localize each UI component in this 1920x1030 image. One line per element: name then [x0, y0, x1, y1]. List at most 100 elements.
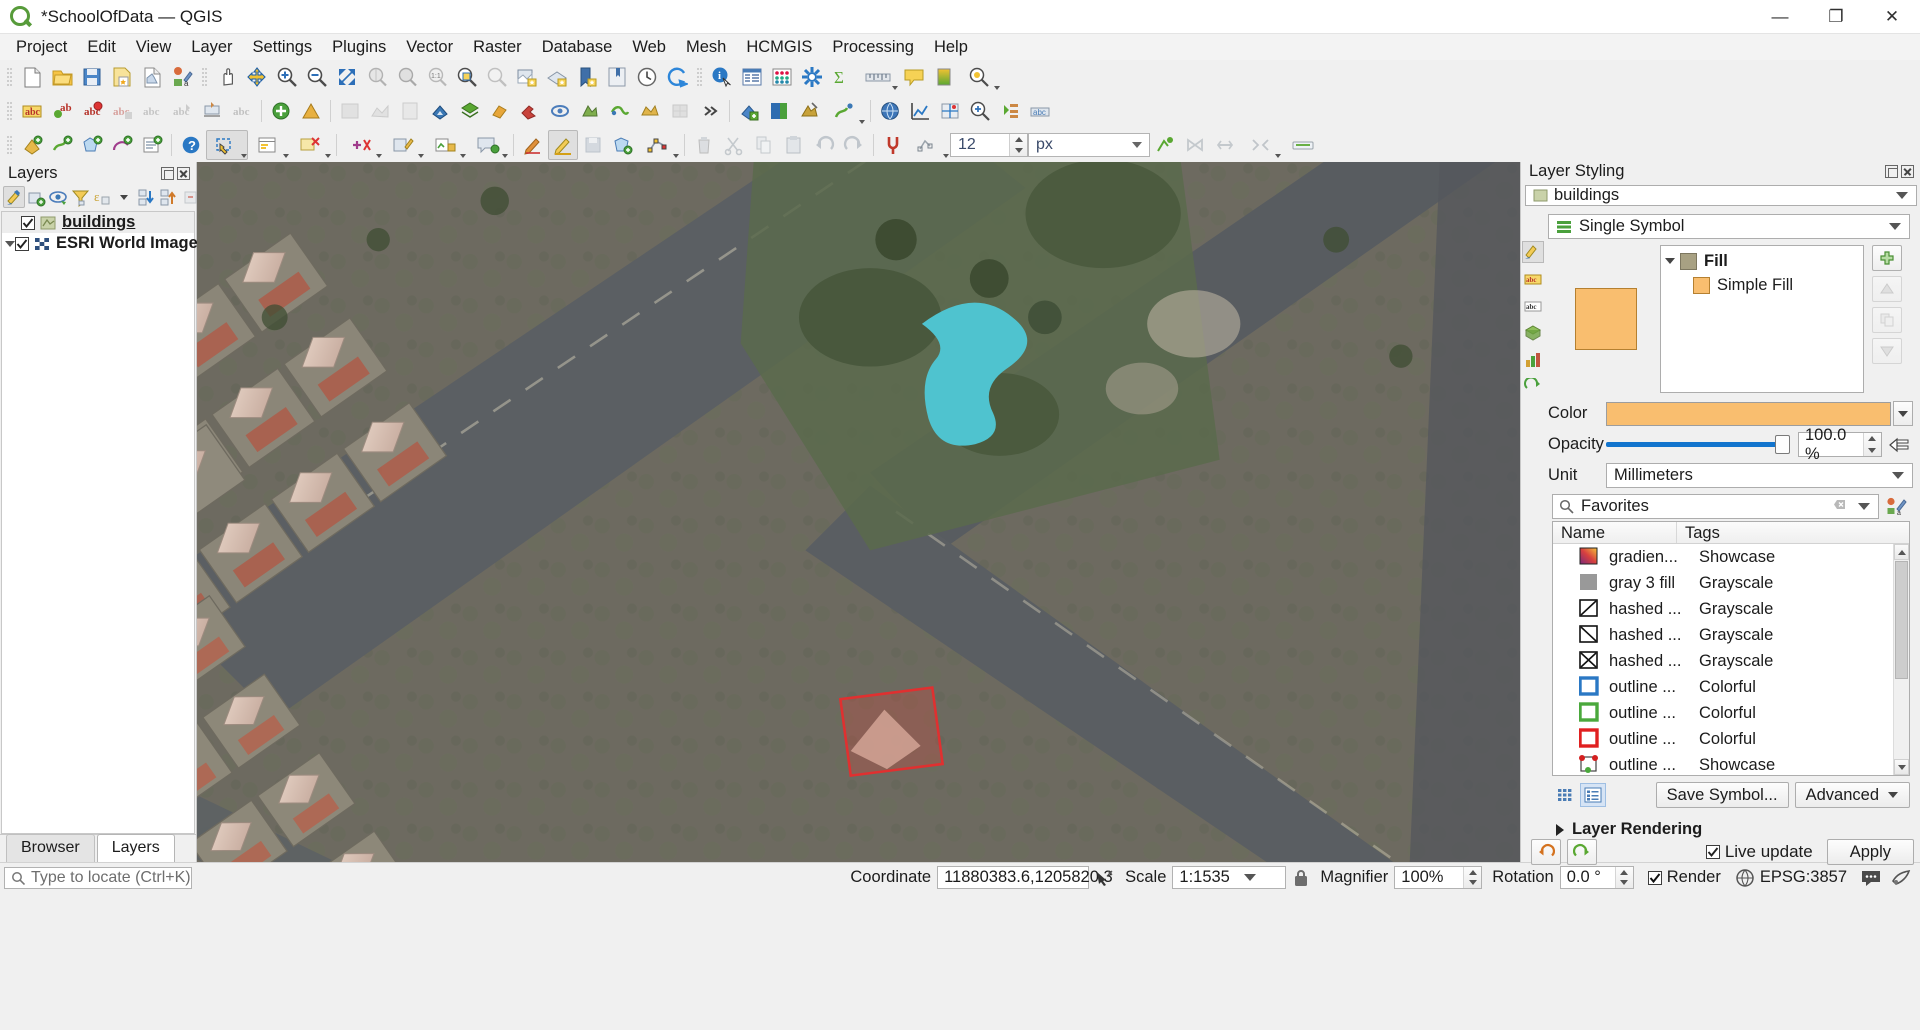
style-manager-icon[interactable]: a: [1882, 494, 1910, 519]
toolbar-grip[interactable]: [200, 66, 209, 88]
save-project-icon[interactable]: [77, 62, 107, 92]
add-mssql-layer-icon[interactable]: [485, 96, 515, 126]
style-manager-icon[interactable]: a: [167, 62, 197, 92]
toolbar-grip[interactable]: [5, 66, 14, 88]
menu-layer[interactable]: Layer: [181, 35, 242, 60]
close-button[interactable]: ✕: [1864, 0, 1920, 34]
menu-mesh[interactable]: Mesh: [676, 35, 736, 60]
change-label-icon[interactable]: abc: [227, 96, 257, 126]
menu-database[interactable]: Database: [532, 35, 623, 60]
new-spatialite-icon[interactable]: [794, 96, 824, 126]
move-up-icon[interactable]: [1872, 276, 1902, 302]
symbol-table-body[interactable]: gradien... Showcase gray 3 fill Grayscal…: [1553, 544, 1909, 775]
add-vector-layer-icon[interactable]: [365, 96, 395, 126]
delete-selected-icon[interactable]: [689, 130, 719, 160]
apply-button[interactable]: Apply: [1826, 839, 1914, 865]
show-bookmarks-icon[interactable]: [602, 62, 632, 92]
grid-view-icon[interactable]: [1552, 783, 1578, 807]
identify-features-icon[interactable]: i: [707, 62, 737, 92]
layer-labeling-icon[interactable]: ab: [47, 96, 77, 126]
add-feature-polygon-icon[interactable]: [77, 130, 107, 160]
menu-view[interactable]: View: [126, 35, 181, 60]
topological-editing-icon[interactable]: [1150, 130, 1180, 160]
menu-vector[interactable]: Vector: [396, 35, 463, 60]
deselect-features-icon[interactable]: [290, 130, 332, 160]
table-row[interactable]: hashed ... Grayscale: [1553, 596, 1909, 622]
close-icon[interactable]: [177, 166, 190, 180]
georeferencer-icon[interactable]: [935, 96, 965, 126]
redo-icon[interactable]: [1567, 839, 1597, 865]
snapping-options-icon[interactable]: [908, 130, 950, 160]
list-view-icon[interactable]: [1580, 783, 1606, 807]
render-checkbox[interactable]: [1647, 870, 1662, 885]
avoid-overlap-icon[interactable]: [1180, 130, 1210, 160]
magnifier-input[interactable]: 100%: [1394, 866, 1483, 889]
move-down-icon[interactable]: [1872, 338, 1902, 364]
label-abc-icon[interactable]: abc: [17, 96, 47, 126]
new-map-view-icon[interactable]: [512, 62, 542, 92]
add-symbol-layer-icon[interactable]: [1872, 245, 1902, 271]
fill-color-swatch[interactable]: [1606, 401, 1891, 426]
undock-icon[interactable]: [161, 166, 174, 180]
symbol-table-scrollbar[interactable]: [1893, 544, 1909, 775]
redo-icon[interactable]: [839, 130, 869, 160]
processing-toolbox-icon[interactable]: [995, 96, 1025, 126]
add-record-icon[interactable]: [137, 130, 167, 160]
menu-settings[interactable]: Settings: [243, 35, 323, 60]
undo-icon[interactable]: [1531, 839, 1561, 865]
table-row[interactable]: outline ... Showcase: [1553, 752, 1909, 775]
tab-browser[interactable]: Browser: [6, 834, 95, 862]
tracing-icon[interactable]: [1282, 130, 1324, 160]
symbology-triangle-icon[interactable]: [296, 96, 326, 126]
snapping-mode-icon[interactable]: [1240, 130, 1282, 160]
new-3d-map-view-icon[interactable]: [542, 62, 572, 92]
undock-icon[interactable]: [1885, 165, 1898, 178]
metasearch-icon[interactable]: abc: [1025, 96, 1055, 126]
save-project-as-icon[interactable]: [107, 62, 137, 92]
table-row[interactable]: outline ... Colorful: [1553, 726, 1909, 752]
toggle-extents-icon[interactable]: [1092, 866, 1116, 890]
layer-row-esri-world-imagery[interactable]: ESRI World Imagery: [2, 233, 213, 254]
add-group-icon[interactable]: [25, 186, 47, 208]
tab-3d-view-icon[interactable]: [1522, 322, 1544, 344]
copy-features-icon[interactable]: [749, 130, 779, 160]
layer-visibility-checkbox-buildings[interactable]: [21, 215, 35, 230]
add-wcs-layer-icon[interactable]: [575, 96, 605, 126]
overflow-icon[interactable]: [695, 96, 725, 126]
add-wfs-layer-icon[interactable]: [605, 96, 635, 126]
table-row[interactable]: outline ... Colorful: [1553, 700, 1909, 726]
symbol-layer-tree[interactable]: Fill Simple Fill: [1660, 245, 1864, 393]
layer-rendering-section[interactable]: Layer Rendering: [1556, 820, 1913, 839]
options-icon[interactable]: [797, 62, 827, 92]
pan-to-selection-icon[interactable]: [242, 62, 272, 92]
add-part-icon[interactable]: [608, 130, 638, 160]
menu-processing[interactable]: Processing: [822, 35, 924, 60]
snapping-unit-combo[interactable]: px: [1028, 133, 1150, 157]
scroll-up-arrow-icon[interactable]: [1894, 544, 1909, 560]
color-dropdown-icon[interactable]: [1893, 401, 1913, 426]
add-wms-layer-icon[interactable]: [335, 96, 365, 126]
layer-tree[interactable]: buildings ESRI World Imagery: [1, 211, 213, 834]
menu-project[interactable]: Project: [6, 35, 77, 60]
plot-icon[interactable]: [905, 96, 935, 126]
expression-filter-dropdown-icon[interactable]: [113, 186, 135, 208]
enable-snapping-icon[interactable]: [878, 130, 908, 160]
show-statistics-icon[interactable]: [425, 130, 467, 160]
close-icon[interactable]: [1901, 165, 1914, 178]
expression-filter-icon[interactable]: ε: [91, 186, 113, 208]
locate-input[interactable]: Type to locate (Ctrl+K): [4, 866, 192, 889]
live-update-checkbox[interactable]: [1705, 845, 1720, 859]
add-mesh-layer-icon[interactable]: [635, 96, 665, 126]
opacity-input[interactable]: 100.0 %: [1798, 426, 1882, 463]
save-symbol-button[interactable]: Save Symbol...: [1655, 782, 1789, 808]
maximize-button[interactable]: ❐: [1808, 0, 1864, 34]
refresh-icon[interactable]: [662, 62, 692, 92]
add-circular-string-icon[interactable]: [107, 130, 137, 160]
snapping-tolerance-input[interactable]: 12: [950, 133, 1028, 157]
python-plugin-icon[interactable]: [1889, 866, 1913, 890]
render-toggle[interactable]: Render: [1647, 868, 1721, 887]
globe-icon[interactable]: [875, 96, 905, 126]
tab-actions-icon[interactable]: [1522, 376, 1544, 398]
open-field-calculator-icon[interactable]: [341, 130, 383, 160]
clear-icon[interactable]: [1833, 497, 1848, 517]
